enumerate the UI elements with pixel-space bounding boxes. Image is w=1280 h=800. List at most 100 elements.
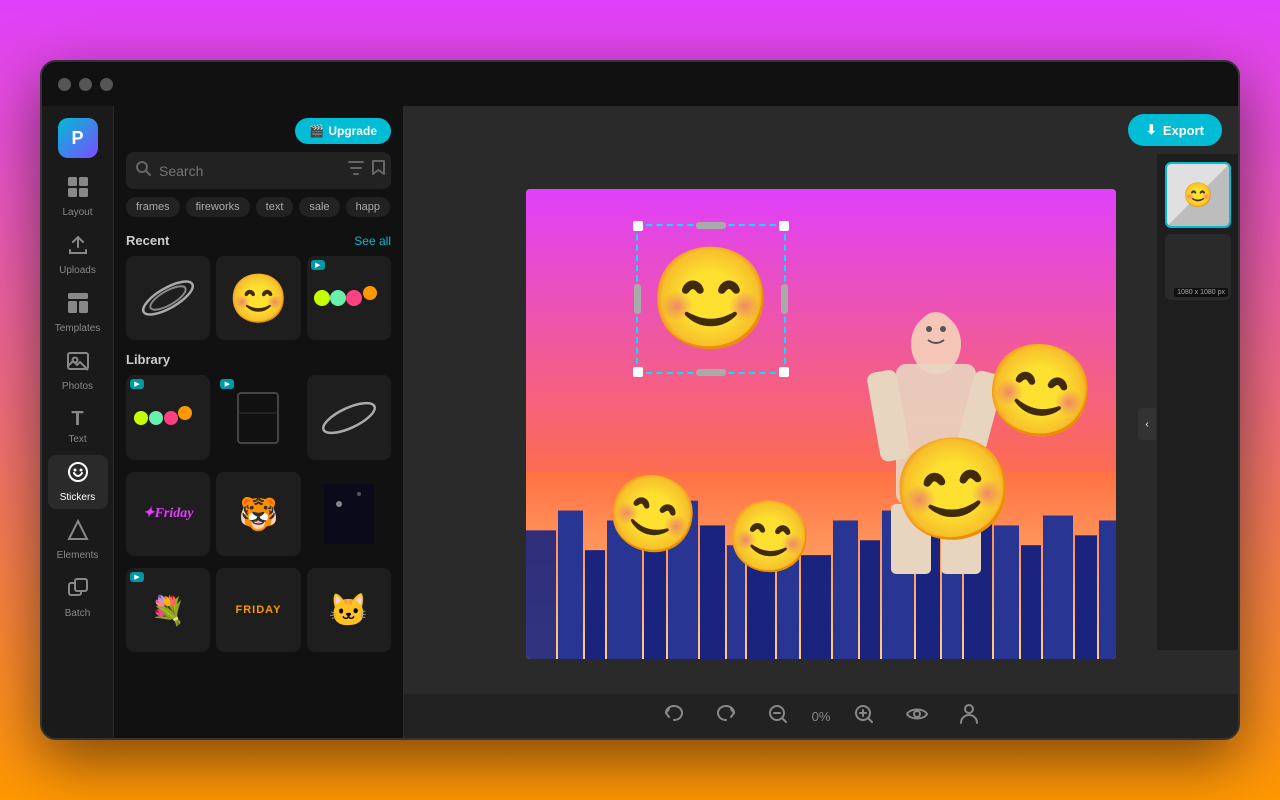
sidebar-item-text-label: Text bbox=[68, 434, 86, 445]
bookmark-icon[interactable] bbox=[372, 160, 385, 181]
elements-icon bbox=[67, 519, 89, 547]
tag-happy[interactable]: happ bbox=[346, 197, 390, 217]
lib-cell-frame[interactable]: ▶ bbox=[216, 375, 300, 459]
search-input[interactable] bbox=[159, 163, 340, 179]
sidebar-item-stickers-label: Stickers bbox=[60, 492, 96, 503]
photos-icon bbox=[67, 350, 89, 378]
sidebar-item-photos-label: Photos bbox=[62, 381, 93, 392]
tag-fireworks[interactable]: fireworks bbox=[186, 197, 250, 217]
lib-cell-friday-bubble[interactable]: FRIDAY bbox=[216, 568, 300, 652]
sidebar-item-layout[interactable]: Layout bbox=[48, 170, 108, 224]
sidebar-item-templates-label: Templates bbox=[55, 323, 101, 334]
library-section-header: Library bbox=[126, 352, 391, 367]
panel-scroll: Recent See all 😊 bbox=[114, 225, 403, 738]
collapse-panel-button[interactable]: ‹ bbox=[1138, 408, 1156, 440]
left-sidebar: P Layout Uploads Templates bbox=[42, 106, 114, 738]
upgrade-icon: 🎬 bbox=[309, 124, 324, 138]
video-badge: ▶ bbox=[311, 260, 325, 270]
sidebar-item-stickers[interactable]: Stickers bbox=[48, 455, 108, 509]
video-badge-2: ▶ bbox=[130, 379, 144, 389]
layout-icon bbox=[67, 176, 89, 204]
lib-cell-friday-text[interactable]: ✦Friday bbox=[126, 472, 210, 556]
uploads-icon bbox=[67, 234, 89, 262]
thumbnail-2[interactable]: 1080 x 1080 px bbox=[1165, 234, 1231, 300]
lib-cell-crown[interactable]: ▶ 💐 bbox=[126, 568, 210, 652]
lib-cell-saturn[interactable] bbox=[307, 375, 391, 459]
tag-text[interactable]: text bbox=[256, 197, 294, 217]
sidebar-item-batch[interactable]: Batch bbox=[48, 571, 108, 625]
friday-text-sticker: ✦Friday bbox=[143, 505, 194, 522]
main-canvas[interactable]: 😊 😊 😊 😊 bbox=[526, 189, 1116, 659]
browser-window: P Layout Uploads Templates bbox=[40, 60, 1240, 740]
upgrade-label: Upgrade bbox=[328, 124, 377, 138]
search-icon bbox=[136, 161, 151, 180]
sidebar-item-layout-label: Layout bbox=[62, 207, 92, 218]
person-button[interactable] bbox=[952, 700, 986, 733]
sticker-cell-smiley-yellow[interactable]: 😊 bbox=[216, 256, 300, 340]
zoom-in-button[interactable] bbox=[846, 700, 882, 733]
filter-icon[interactable] bbox=[348, 161, 364, 180]
sidebar-item-batch-label: Batch bbox=[65, 608, 91, 619]
traffic-dot-red bbox=[58, 78, 71, 91]
search-bar bbox=[126, 152, 391, 189]
sidebar-item-templates[interactable]: Templates bbox=[48, 286, 108, 340]
canvas-area: ⬇ Export ‹ bbox=[404, 106, 1238, 738]
canvas-wrapper: ‹ bbox=[404, 154, 1238, 694]
right-panel: 😊 1080 x 1080 px bbox=[1156, 154, 1238, 650]
tiger-sticker: 🐯 bbox=[239, 495, 279, 533]
tag-sale[interactable]: sale bbox=[299, 197, 339, 217]
lib-cell-tiger-2[interactable]: 🐱 bbox=[307, 568, 391, 652]
sidebar-item-photos[interactable]: Photos bbox=[48, 344, 108, 398]
library-grid-1: ▶ ▶ bbox=[126, 375, 391, 459]
canvas-header: ⬇ Export bbox=[404, 106, 1238, 154]
video-badge-4: ▶ bbox=[130, 572, 144, 582]
lib-cell-space[interactable] bbox=[307, 472, 391, 556]
sidebar-item-elements[interactable]: Elements bbox=[48, 513, 108, 567]
title-bar bbox=[42, 62, 1238, 106]
app-body: P Layout Uploads Templates bbox=[42, 106, 1238, 738]
traffic-dot-green bbox=[100, 78, 113, 91]
canvas-bottom-bar: 0% bbox=[404, 694, 1238, 738]
lib-cell-dots-animated[interactable]: ▶ bbox=[126, 375, 210, 459]
library-grid-3: ▶ 💐 FRIDAY 🐱 bbox=[126, 568, 391, 652]
video-badge-icon-3: ▶ bbox=[225, 380, 230, 388]
recent-title: Recent bbox=[126, 233, 169, 248]
zoom-level: 0% bbox=[812, 709, 831, 724]
sticker-panel: . 🎬 Upgrade frames bbox=[114, 106, 404, 738]
traffic-dot-yellow bbox=[79, 78, 92, 91]
video-badge-icon: ▶ bbox=[315, 261, 320, 269]
recent-section-header: Recent See all bbox=[126, 233, 391, 248]
batch-icon bbox=[67, 577, 89, 605]
templates-icon bbox=[67, 292, 89, 320]
tag-frames[interactable]: frames bbox=[126, 197, 180, 217]
sidebar-item-uploads-label: Uploads bbox=[59, 265, 96, 276]
sidebar-item-text[interactable]: T Text bbox=[48, 402, 108, 451]
sidebar-item-elements-label: Elements bbox=[57, 550, 99, 561]
sticker-cell-dots[interactable]: ▶ bbox=[307, 256, 391, 340]
export-icon: ⬇ bbox=[1146, 122, 1157, 138]
tags-row: frames fireworks text sale happ bbox=[114, 197, 403, 225]
app-logo: P bbox=[58, 118, 98, 158]
export-button[interactable]: ⬇ Export bbox=[1128, 114, 1222, 146]
zoom-out-button[interactable] bbox=[760, 700, 796, 733]
panel-header: . 🎬 Upgrade bbox=[114, 106, 403, 152]
canvas-size-label: 1080 x 1080 px bbox=[1174, 288, 1228, 297]
video-badge-icon-2: ▶ bbox=[134, 380, 139, 388]
sidebar-item-uploads[interactable]: Uploads bbox=[48, 228, 108, 282]
lib-cell-tiger[interactable]: 🐯 bbox=[216, 472, 300, 556]
video-badge-icon-4: ▶ bbox=[134, 573, 139, 581]
see-all-button[interactable]: See all bbox=[354, 234, 391, 248]
recent-grid: 😊 ▶ bbox=[126, 256, 391, 340]
eye-button[interactable] bbox=[898, 702, 936, 731]
video-badge-3: ▶ bbox=[220, 379, 234, 389]
redo-button[interactable] bbox=[708, 701, 744, 732]
export-label: Export bbox=[1163, 123, 1204, 138]
text-icon: T bbox=[71, 408, 83, 431]
thumbnail-1[interactable]: 😊 bbox=[1165, 162, 1231, 228]
sticker-cell-swirl[interactable] bbox=[126, 256, 210, 340]
stickers-icon bbox=[67, 461, 89, 489]
library-title: Library bbox=[126, 352, 170, 367]
library-grid-2: ✦Friday 🐯 bbox=[126, 472, 391, 556]
undo-button[interactable] bbox=[656, 701, 692, 732]
upgrade-button[interactable]: 🎬 Upgrade bbox=[295, 118, 391, 144]
